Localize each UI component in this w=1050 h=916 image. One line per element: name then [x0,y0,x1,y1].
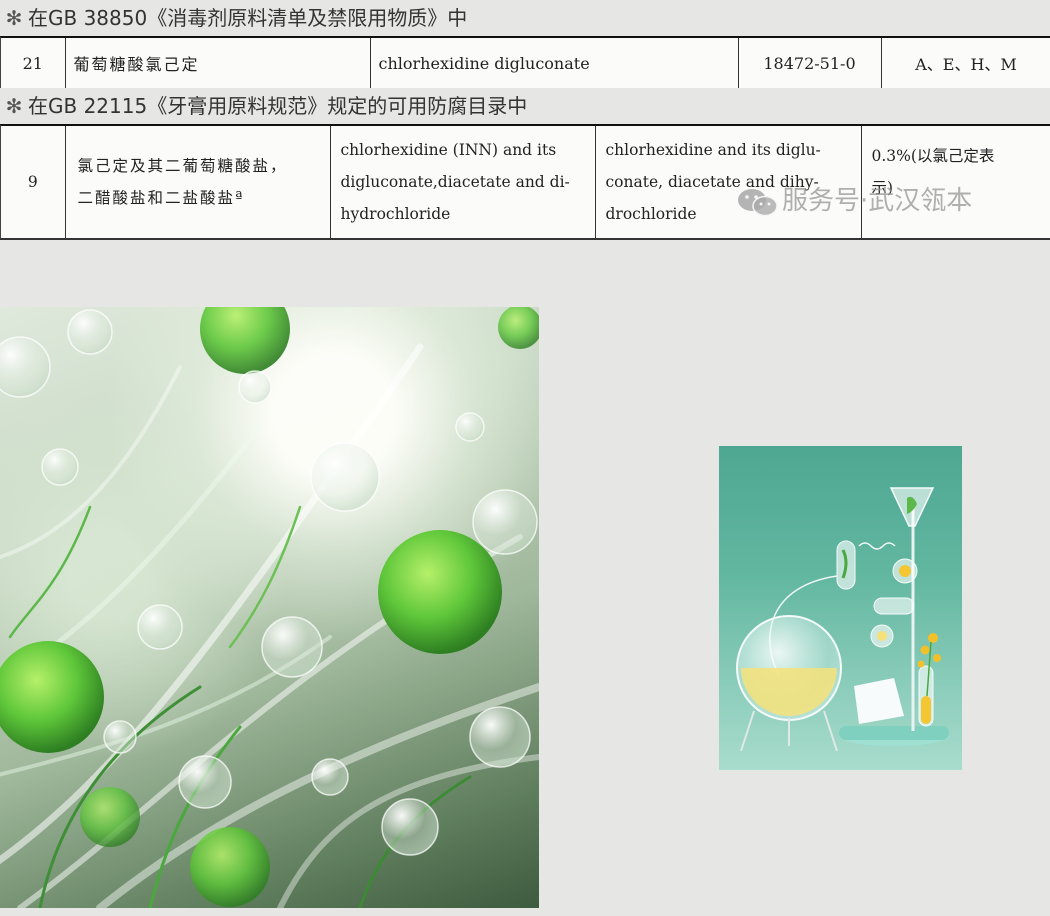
inn-name: chlorhexidine (INN) and its digluconate,… [330,126,596,238]
inn-name-line2: digluconate,diacetate and di- [340,173,570,191]
row-number: 21 [1,38,66,88]
table-row: 21 葡萄糖酸氯己定 chlorhexidine digluconate 184… [1,38,1050,88]
chinese-name-line1: 氯己定及其二葡萄糖酸盐， [77,157,288,175]
chinese-name: 葡萄糖酸氯己定 [65,38,371,88]
max-concentration-line1: 0.3%(以氯己定表 [871,147,995,165]
inn-name-line1: chlorhexidine (INN) and its [340,141,557,159]
chinese-name-line2: 二醋酸盐和二盐酸盐ª [77,189,245,207]
glass-bubbles-illustration [0,307,539,908]
watermark-text: 服务号·武汉瓴本 [782,186,973,216]
lab-apparatus-photo [719,446,962,770]
usage-scope: A、E、H、M [881,38,1050,88]
table-gb38850: 21 葡萄糖酸氯己定 chlorhexidine digluconate 184… [0,36,1050,88]
cas-number: 18472-51-0 [738,38,882,88]
asterisk-icon: ✻ [5,6,23,30]
caption-gb38850: ✻ 在GB 38850《消毒剂原料清单及禁限用物质》中 [0,0,1050,36]
watermark: 服务号·武汉瓴本 [736,180,972,217]
inci-name-line1: chlorhexidine and its diglu- [605,141,821,159]
english-name: chlorhexidine digluconate [370,38,739,88]
caption-gb22115-text: 在GB 22115《牙膏用原料规范》规定的可用防腐目录中 [28,94,528,118]
wechat-icon [736,187,780,217]
row-number: 9 [1,126,66,238]
inn-name-line3: hydrochloride [340,205,451,223]
caption-gb22115: ✻ 在GB 22115《牙膏用原料规范》规定的可用防腐目录中 [0,88,1050,124]
asterisk-icon: ✻ [5,94,23,118]
glass-bubbles-photo [0,307,539,908]
chinese-name: 氯己定及其二葡萄糖酸盐， 二醋酸盐和二盐酸盐ª [65,126,331,238]
lab-apparatus-illustration [736,487,949,752]
caption-gb38850-text: 在GB 38850《消毒剂原料清单及禁限用物质》中 [28,6,468,30]
